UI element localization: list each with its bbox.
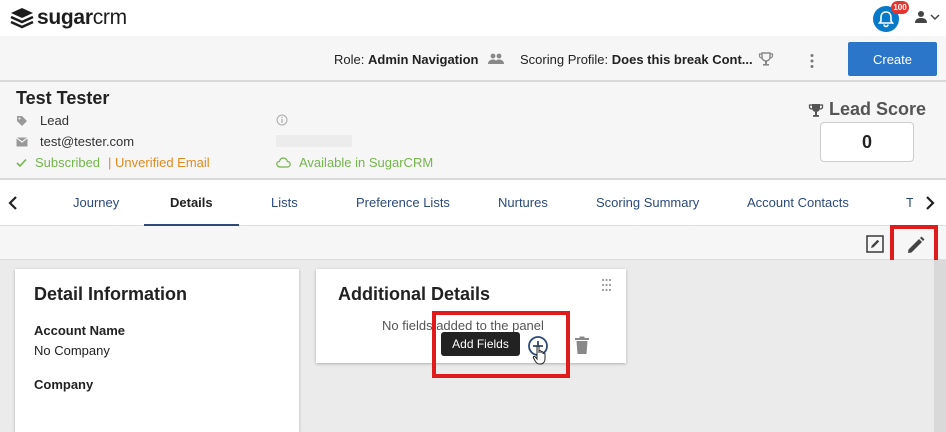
user-icon [915,11,927,23]
trophy-icon[interactable] [758,51,774,67]
tab-lists[interactable]: Lists [271,195,298,210]
tag-icon [17,115,27,126]
logo-cube-icon [10,8,34,29]
notification-count-badge: 100 [891,1,909,14]
add-fields-highlight-box [432,311,570,378]
contact-name: Test Tester [16,88,110,108]
drag-handle-icon[interactable] [601,278,612,292]
logo-text: sugarcrm [37,6,127,29]
top-bar: sugarcrm 100 [0,0,946,36]
tab-nurtures[interactable]: Nurtures [498,195,548,210]
mail-icon [16,136,28,146]
create-button[interactable]: Create [848,42,937,76]
record-type: Lead [16,113,69,128]
more-vertical-icon[interactable] [809,53,815,69]
subscription-status: Subscribed | Unverified Email [16,155,210,170]
role-selector[interactable]: Role: Admin Navigation [334,52,479,67]
cloud-icon [276,157,291,168]
pencil-icon[interactable] [906,235,926,255]
tab-details[interactable]: Details [170,195,213,210]
additional-card-title: Additional Details [338,284,491,304]
tab-preference-lists[interactable]: Preference Lists [356,195,450,210]
user-menu[interactable] [914,10,940,24]
people-icon [488,53,504,64]
lead-score-value: 0 [820,122,914,162]
sync-status: Available in SugarCRM [276,155,433,170]
lead-score-label: Lead Score [808,99,926,120]
tab-scroll-right[interactable] [913,181,946,225]
email-row: test@tester.com [16,134,134,149]
blank-placeholder [276,135,352,147]
sugarcrm-logo[interactable]: sugarcrm [10,6,127,30]
info-icon[interactable] [276,114,288,126]
field-label-account-name: Account Name [34,323,126,338]
tab-scoring-summary[interactable]: Scoring Summary [596,195,699,210]
vertical-scrollbar[interactable] [934,260,946,432]
tab-journey[interactable]: Journey [73,195,119,210]
tab-account-contacts[interactable]: Account Contacts [747,195,849,210]
chevron-left-icon[interactable] [8,195,18,211]
field-label-company: Company [34,377,94,392]
check-icon [16,158,27,167]
detail-card-title: Detail Information [34,284,188,304]
field-value-account-name: No Company [34,343,110,358]
chevron-down-icon [930,14,940,21]
chevron-right-icon [926,196,935,210]
trash-icon[interactable] [574,336,590,355]
lead-score-trophy-icon [808,103,824,117]
edit-square-icon[interactable] [866,235,884,253]
scoring-profile-selector[interactable]: Scoring Profile: Does this break Cont... [520,52,753,67]
layout-toolbar [0,226,946,260]
